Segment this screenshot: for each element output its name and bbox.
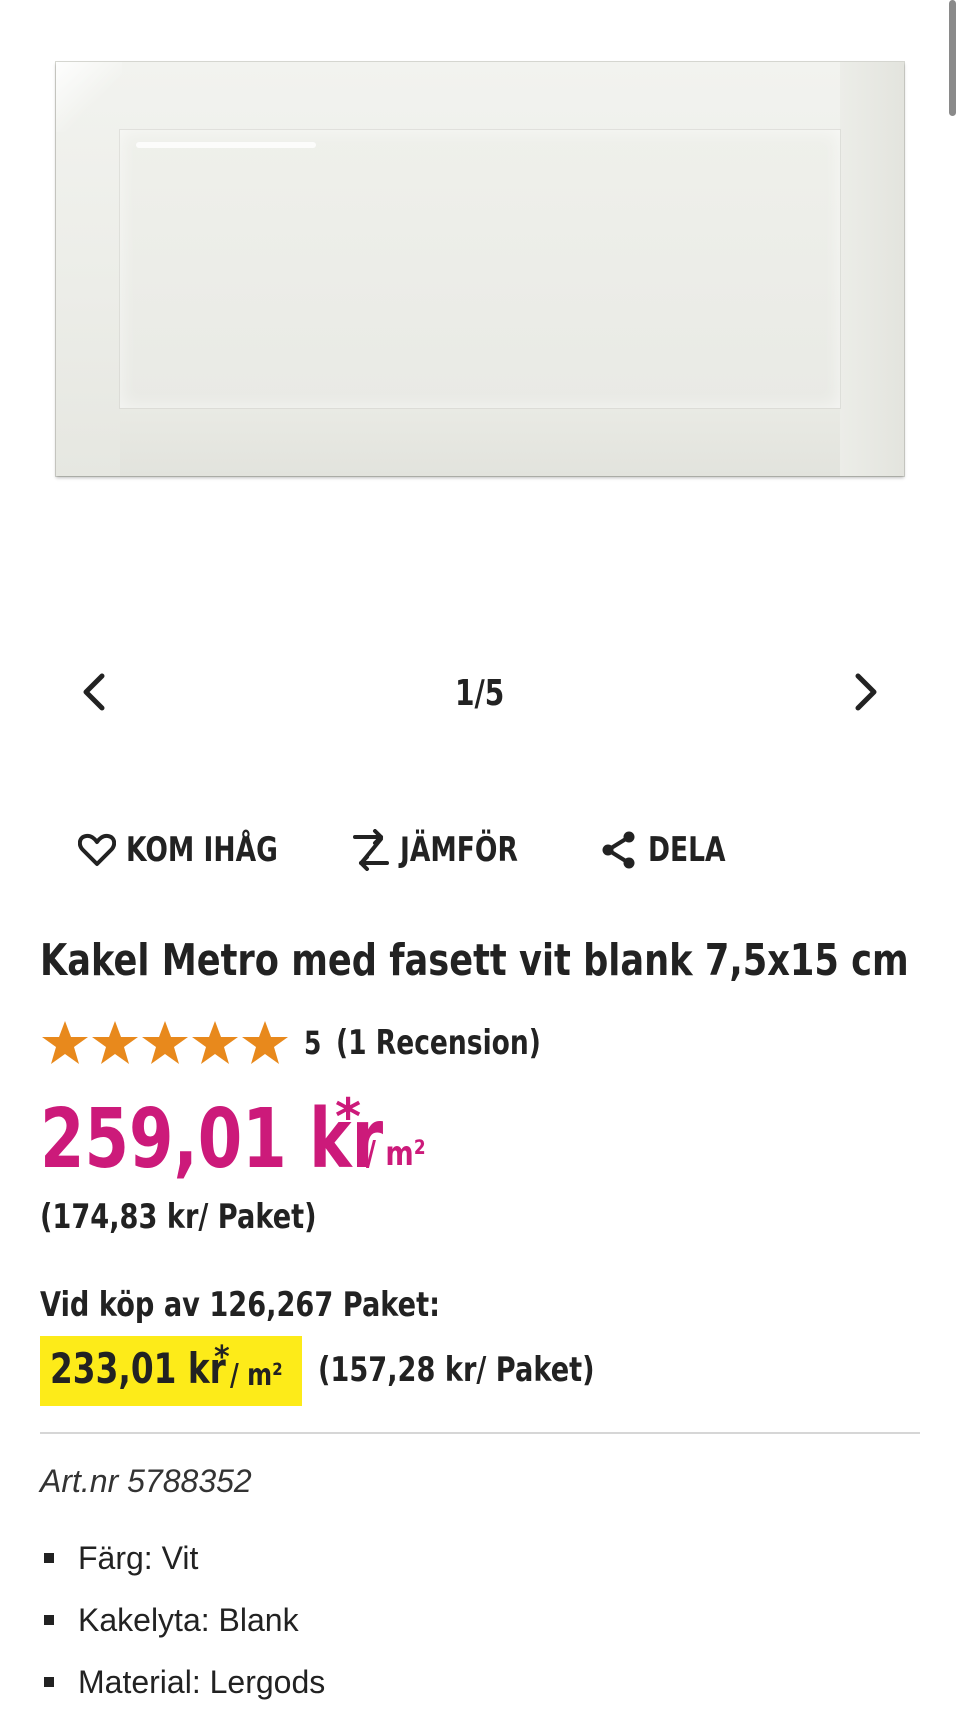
product-image[interactable] — [56, 62, 904, 476]
bulk-price-asterisk: * — [214, 1340, 230, 1375]
remember-label: KOM IHÅG — [126, 830, 278, 870]
product-title-text: Kakel Metro med fasett vit blank 7,5x15 … — [40, 935, 909, 986]
share-icon — [602, 831, 635, 869]
chevron-right-icon — [855, 673, 877, 711]
gallery-counter-text: 1/5 — [455, 673, 505, 714]
bullet-icon — [44, 1615, 54, 1625]
chevron-left-icon — [83, 673, 105, 711]
bulk-price-highlight: 233,01 kr * / m² — [40, 1336, 302, 1406]
product-image-gallery: 1/5 — [0, 0, 960, 760]
tile-bevel-right — [840, 62, 904, 476]
tile-bevel-highlight — [56, 62, 122, 132]
share-label: DELA — [648, 830, 726, 870]
bulk-price-unit: / m² — [230, 1358, 283, 1393]
price-per-pack-text: (174,83 kr/ Paket) — [40, 1197, 317, 1237]
price-unit: / m² — [366, 1134, 426, 1174]
reviews-link-text: (1 Recension) — [336, 1023, 542, 1063]
spec-text: Kakelyta: Blank — [78, 1602, 299, 1638]
price-per-pack: (174,83 kr/ Paket) — [40, 1197, 386, 1237]
rating-stars — [40, 1018, 290, 1068]
star-icon — [142, 1021, 188, 1064]
price-amount: 259,01 kr — [40, 1092, 384, 1187]
star-icon — [92, 1021, 138, 1064]
spec-item: Material: Lergods — [40, 1662, 325, 1724]
star-icon — [242, 1021, 288, 1064]
gallery-counter: 1/5 — [380, 672, 580, 714]
compare-button[interactable]: JÄMFÖR — [350, 820, 551, 880]
rating-value: 5 — [304, 1024, 326, 1062]
compare-label: JÄMFÖR — [400, 830, 518, 870]
bulk-offer-label-text: Vid köp av 126,267 Paket: — [40, 1285, 440, 1325]
bulk-offer-label: Vid köp av 126,267 Paket: — [40, 1285, 540, 1325]
section-divider — [40, 1432, 920, 1434]
product-title: Kakel Metro med fasett vit blank 7,5x15 … — [40, 935, 960, 986]
spec-item: Kakelyta: Blank — [40, 1600, 325, 1662]
product-rating: 5 (1 Recension) — [40, 1015, 599, 1071]
product-price: 259,01 kr * / m² — [40, 1088, 480, 1192]
tile-bevel-bottom — [120, 408, 840, 476]
tile-face — [120, 130, 840, 408]
spec-text: Material: Lergods — [78, 1664, 326, 1700]
gallery-prev-button[interactable] — [70, 668, 118, 716]
reviews-link[interactable]: (1 Recension) — [336, 1023, 599, 1063]
spec-item: Färg: Vit — [40, 1538, 325, 1600]
product-specs: Färg: Vit Kakelyta: Blank Material: Lerg… — [40, 1538, 325, 1724]
gallery-next-button[interactable] — [842, 668, 890, 716]
spec-text: Färg: Vit — [78, 1540, 199, 1576]
rating-value-text: 5 — [304, 1024, 322, 1062]
compare-arrows-icon — [353, 829, 389, 871]
price-asterisk: * — [335, 1088, 362, 1146]
bullet-icon — [44, 1677, 54, 1687]
article-number: Art.nr 5788352 — [40, 1463, 252, 1499]
remember-button[interactable]: KOM IHÅG — [76, 820, 321, 880]
product-actions: KOM IHÅG JÄMFÖR DELA — [0, 820, 960, 880]
bulk-price-per-pack: (157,28 kr/ Paket) — [318, 1350, 595, 1390]
star-icon — [42, 1021, 88, 1064]
bulk-price-amount: 233,01 kr — [50, 1344, 226, 1393]
heart-icon — [78, 833, 116, 866]
tile-shine — [136, 142, 316, 148]
star-icon — [192, 1021, 238, 1064]
bullet-icon — [44, 1553, 54, 1563]
share-button[interactable]: DELA — [598, 820, 747, 880]
